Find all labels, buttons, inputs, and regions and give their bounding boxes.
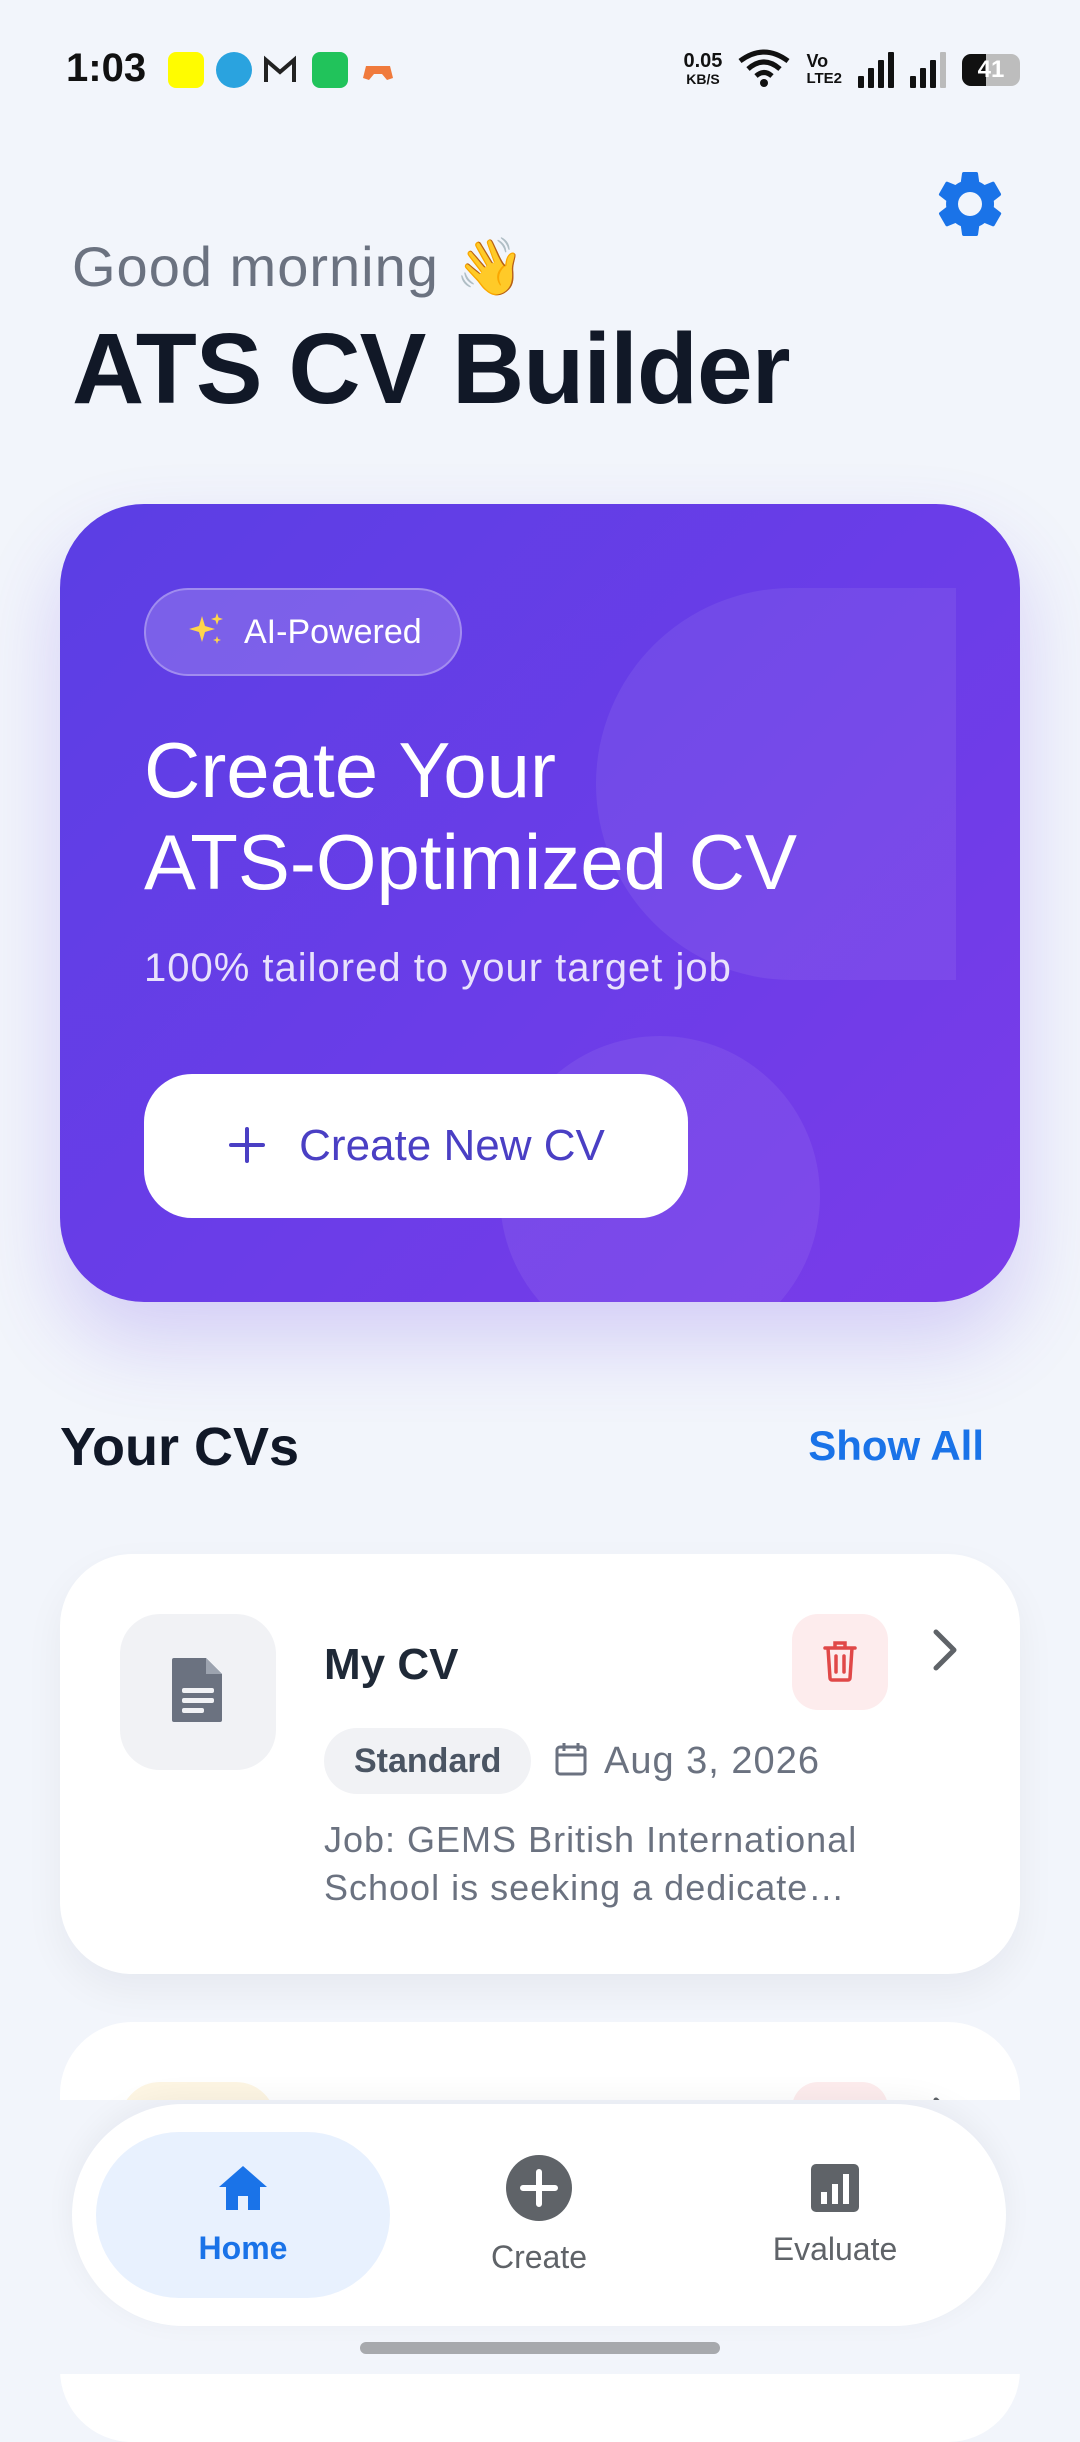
settings-button[interactable] xyxy=(930,164,1010,244)
game-icon xyxy=(360,52,396,88)
show-all-link[interactable]: Show All xyxy=(808,1422,984,1470)
hero-title: Create Your ATS-Optimized CV xyxy=(144,726,798,906)
hero-subtitle: 100% tailored to your target job xyxy=(144,946,732,990)
network-speed-value: 0.05 xyxy=(683,50,723,72)
signal-strength-icon xyxy=(858,52,894,88)
signal-strength-2-icon xyxy=(910,52,946,88)
sheets-icon xyxy=(312,52,348,88)
wifi-icon xyxy=(738,49,790,92)
nav-label-home: Home xyxy=(198,2230,288,2266)
volte-indicator: Vo LTE2 xyxy=(806,52,842,88)
section-title: Your CVs xyxy=(60,1417,300,1477)
cv-date: Aug 3, 2026 xyxy=(604,1739,820,1782)
calendar-icon xyxy=(554,1741,588,1782)
cv-thumbnail xyxy=(120,1614,276,1770)
cv-date-group: Aug 3, 2026 xyxy=(554,1730,820,1792)
cv-title: My CV xyxy=(324,1640,459,1689)
status-time: 1:03 xyxy=(66,46,147,90)
sparkles-icon xyxy=(186,610,226,655)
create-new-cv-button[interactable]: Create New CV xyxy=(144,1074,688,1218)
cv-job-description: Job: GEMS British International School i… xyxy=(324,1819,858,1908)
status-right: 0.05 KB/S Vo LTE2 41 xyxy=(683,48,1020,92)
nav-item-home[interactable]: Home xyxy=(96,2132,390,2298)
trash-icon xyxy=(822,1640,858,1685)
battery-icon: 41 xyxy=(962,54,1020,86)
home-indicator xyxy=(360,2342,720,2354)
greeting: Good morning 👋 xyxy=(72,235,527,298)
cv-card[interactable]: My CV Standard Aug 3, 2026 Job: GEMS Bri… xyxy=(60,1554,1020,1974)
network-speed-unit: KB/S xyxy=(686,71,720,87)
gmail-icon xyxy=(262,52,298,88)
template-badge: Standard xyxy=(324,1728,532,1794)
ai-powered-label: AI-Powered xyxy=(244,612,422,651)
create-new-cv-label: Create New CV xyxy=(299,1121,605,1170)
nav-label-evaluate: Evaluate xyxy=(772,2231,898,2267)
nav-item-evaluate[interactable]: Evaluate xyxy=(688,2132,982,2298)
nav-label-create: Create xyxy=(490,2239,588,2275)
snapchat-icon xyxy=(168,52,204,88)
bar-chart-icon xyxy=(809,2162,861,2219)
volte-label-top: Vo xyxy=(806,51,829,71)
page-title: ATS CV Builder xyxy=(72,313,791,425)
telegram-icon xyxy=(216,52,252,88)
network-speed: 0.05 KB/S xyxy=(683,50,723,88)
hero-card: AI-Powered Create Your ATS-Optimized CV … xyxy=(60,504,1020,1302)
delete-cv-button[interactable] xyxy=(792,1614,888,1710)
gear-icon xyxy=(930,171,1010,247)
bottom-navigation: Home Create Evaluate xyxy=(72,2104,1006,2326)
plus-icon xyxy=(227,1125,267,1168)
volte-label-bottom: LTE2 xyxy=(806,70,842,87)
ai-powered-badge: AI-Powered xyxy=(144,588,462,676)
document-icon xyxy=(168,1654,228,1731)
home-icon xyxy=(217,2163,269,2218)
battery-level: 41 xyxy=(977,56,1005,83)
nav-item-create[interactable]: Create xyxy=(392,2132,686,2298)
status-bar: 1:03 0.05 KB/S Vo LTE2 41 xyxy=(0,0,1080,140)
chevron-right-icon[interactable] xyxy=(920,1610,970,1690)
add-circle-icon xyxy=(505,2154,573,2227)
